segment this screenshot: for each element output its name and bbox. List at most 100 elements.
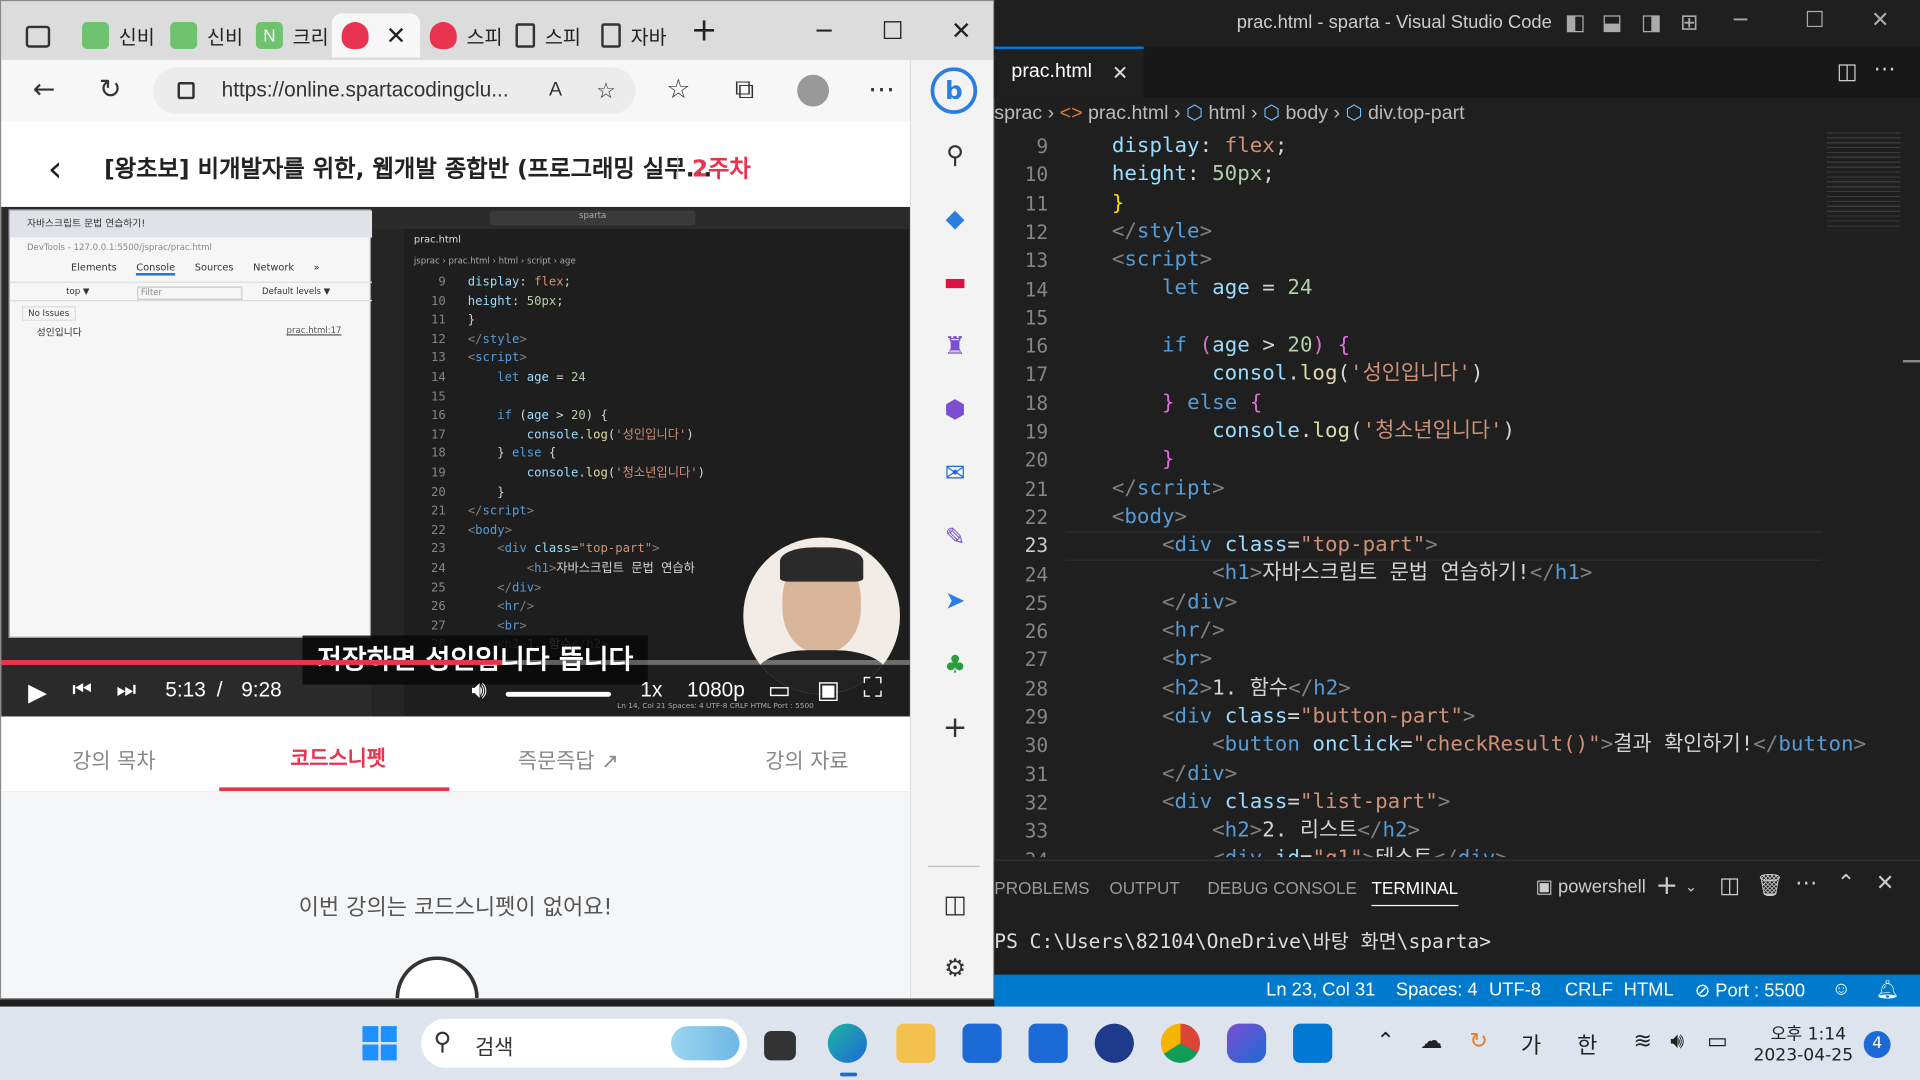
terminal-shell[interactable]: ▣ powershell <box>1536 876 1646 898</box>
onedrive-icon[interactable]: ☁ <box>1420 1029 1442 1055</box>
vscode-maximize-button[interactable]: ☐ <box>1805 7 1825 33</box>
wifi-icon[interactable]: ≋ <box>1633 1029 1651 1055</box>
breadcrumb-div[interactable]: div.top-part <box>1368 103 1465 124</box>
status-spaces[interactable]: Spaces: 4 <box>1396 980 1478 1001</box>
quality-button[interactable]: 1080p <box>687 678 745 702</box>
collections-icon[interactable]: ⧉ <box>724 70 766 112</box>
panel-more-icon[interactable]: ⋯ <box>1795 871 1817 897</box>
tab-2[interactable]: 신비 <box>170 13 243 57</box>
ime-lang[interactable]: 한 <box>1577 1029 1597 1061</box>
taskbar-search[interactable]: ⚲ 검색 <box>421 1018 747 1068</box>
edge-taskbar-icon[interactable] <box>827 1023 867 1063</box>
status-position[interactable]: Ln 23, Col 31 <box>1266 980 1375 1001</box>
ime-mode[interactable]: 가 <box>1521 1029 1541 1061</box>
read-aloud-icon[interactable]: A <box>549 80 562 102</box>
split-terminal-icon[interactable]: ◫ <box>1719 873 1740 899</box>
bing-icon[interactable]: b <box>930 67 978 114</box>
play-icon[interactable]: ▶ <box>28 677 47 708</box>
tab-3[interactable]: N 크리 <box>255 13 329 57</box>
status-encoding[interactable]: UTF-8 <box>1489 980 1541 1001</box>
vscode-minimize-button[interactable]: ─ <box>1734 7 1747 33</box>
notifications-bell-icon[interactable]: 🔔︎ <box>1876 978 1899 1001</box>
breadcrumb-body[interactable]: body <box>1286 103 1328 124</box>
toggle-sidebar-icon[interactable]: ◧ <box>1565 10 1586 36</box>
tab-qna[interactable]: 즉문즉답 ↗ <box>518 743 619 773</box>
search-icon[interactable]: ⚲ <box>939 138 971 170</box>
toggle-panel-icon[interactable]: ⬓ <box>1602 10 1623 36</box>
favorites-icon[interactable]: ☆ <box>658 70 700 112</box>
tab-5[interactable]: 스피 <box>429 13 503 57</box>
panel-tab-terminal[interactable]: TERMINAL <box>1371 878 1459 907</box>
url-input[interactable]: https://online.spartacodingclu... A ☆ <box>153 67 636 114</box>
file-explorer-icon[interactable] <box>896 1023 936 1063</box>
editor-area[interactable]: 9 10 11 12 13 14 15 16 17 18 19 20 21 22 23 24 25 26 27 28 2… <box>994 132 1920 857</box>
volume-icon[interactable]: 🔊︎ <box>471 677 486 705</box>
task-view-icon[interactable] <box>764 1031 796 1061</box>
hide-sidebar-icon[interactable]: ◫ <box>939 888 971 920</box>
add-sidebar-app-icon[interactable]: + <box>939 711 971 743</box>
speed-button[interactable]: 1x <box>640 678 662 702</box>
panel-tab-problems[interactable]: PROBLEMS <box>994 878 1089 898</box>
file-tab-active[interactable]: prac.html ✕ <box>994 46 1144 98</box>
volume-icon[interactable]: 🔊︎ <box>1670 1029 1684 1055</box>
battery-icon[interactable]: ▭ <box>1707 1029 1728 1055</box>
panel-tab-debug-console[interactable]: DEBUG CONSOLE <box>1207 878 1357 898</box>
tab-materials[interactable]: 강의 자료 <box>765 743 848 773</box>
next-icon[interactable]: ⏭ <box>116 677 136 703</box>
kill-terminal-icon[interactable]: 🗑︎ <box>1756 873 1784 899</box>
vscode-close-button[interactable]: ✕ <box>1871 7 1889 33</box>
tree-icon[interactable]: ♣ <box>939 648 971 680</box>
tab-actions-icon[interactable] <box>25 25 51 48</box>
add-favorite-icon[interactable]: ☆ <box>596 78 616 104</box>
vscode-taskbar-icon[interactable] <box>1293 1023 1333 1063</box>
tab-lesson-toc[interactable]: 강의 목차 <box>72 743 155 773</box>
breadcrumb-folder[interactable]: sprac <box>994 103 1042 124</box>
outlook-icon[interactable]: ✉ <box>939 457 971 489</box>
close-panel-icon[interactable]: ✕ <box>1876 871 1894 897</box>
copilot-icon[interactable] <box>1226 1023 1267 1063</box>
maximize-panel-icon[interactable]: ⌃ <box>1837 871 1855 897</box>
split-editor-icon[interactable]: ◫ <box>1837 59 1858 85</box>
tab-7[interactable]: 자바 <box>601 13 667 57</box>
terminal-prompt[interactable]: PS C:\Users\82104\OneDrive\바탕 화면\sparta> <box>994 924 1491 953</box>
panel-tab-output[interactable]: OUTPUT <box>1109 878 1179 898</box>
mail-icon[interactable] <box>1028 1023 1068 1063</box>
tab-6[interactable]: 스피 <box>515 13 581 57</box>
maximize-button[interactable]: ☐ <box>868 11 917 50</box>
new-terminal-icon[interactable]: + <box>1656 871 1679 902</box>
start-button[interactable] <box>362 1026 397 1061</box>
shopping-icon[interactable]: ◆ <box>939 202 971 234</box>
status-language[interactable]: HTML <box>1624 980 1674 1001</box>
breadcrumb-file[interactable]: prac.html <box>1088 103 1169 124</box>
office-icon[interactable]: ⬢ <box>939 393 971 425</box>
previous-icon[interactable]: ⏮ <box>72 677 92 703</box>
customize-layout-icon[interactable]: ⊞ <box>1680 10 1698 36</box>
tray-overflow-icon[interactable]: ⌃ <box>1376 1029 1394 1055</box>
notification-badge[interactable]: 4 <box>1863 1031 1891 1058</box>
editor-more-icon[interactable]: ⋯ <box>1873 56 1895 82</box>
volume-slider[interactable] <box>505 691 612 697</box>
status-port[interactable]: ⊘ Port : 5500 <box>1695 980 1805 1002</box>
minimize-button[interactable]: ─ <box>800 11 849 50</box>
terminal-dropdown-icon[interactable]: ⌄ <box>1685 878 1697 895</box>
clock-date[interactable]: 2023-04-25 <box>1753 1046 1853 1066</box>
refresh-icon[interactable]: ↻ <box>89 70 131 112</box>
tools-icon[interactable]: ▬ <box>939 266 971 298</box>
profile-avatar[interactable] <box>797 74 829 107</box>
store-icon[interactable] <box>962 1023 1002 1063</box>
close-file-tab-icon[interactable]: ✕ <box>1112 61 1128 84</box>
settings-gear-icon[interactable]: ⚙ <box>939 951 971 983</box>
chrome-icon[interactable] <box>1160 1023 1201 1063</box>
minimap[interactable] <box>1826 132 1901 231</box>
more-menu-icon[interactable]: ⋯ <box>861 70 903 112</box>
send-icon[interactable]: ➤ <box>939 584 971 616</box>
new-tab-button[interactable]: + <box>680 11 729 50</box>
sync-icon[interactable]: ↻ <box>1469 1029 1487 1055</box>
breadcrumb-html[interactable]: html <box>1209 103 1246 124</box>
miniplayer-icon[interactable]: ▣ <box>817 675 840 706</box>
video-player[interactable]: 자바스크립트 문법 연습하기! DevTools - 127.0.0.1:550… <box>1 206 910 717</box>
close-window-button[interactable]: ✕ <box>937 11 986 50</box>
grammarly-icon[interactable] <box>1094 1023 1134 1063</box>
tab-code-snippet[interactable]: 코드스니펫 <box>290 741 386 771</box>
close-tab-icon[interactable]: ✕ <box>386 20 407 51</box>
